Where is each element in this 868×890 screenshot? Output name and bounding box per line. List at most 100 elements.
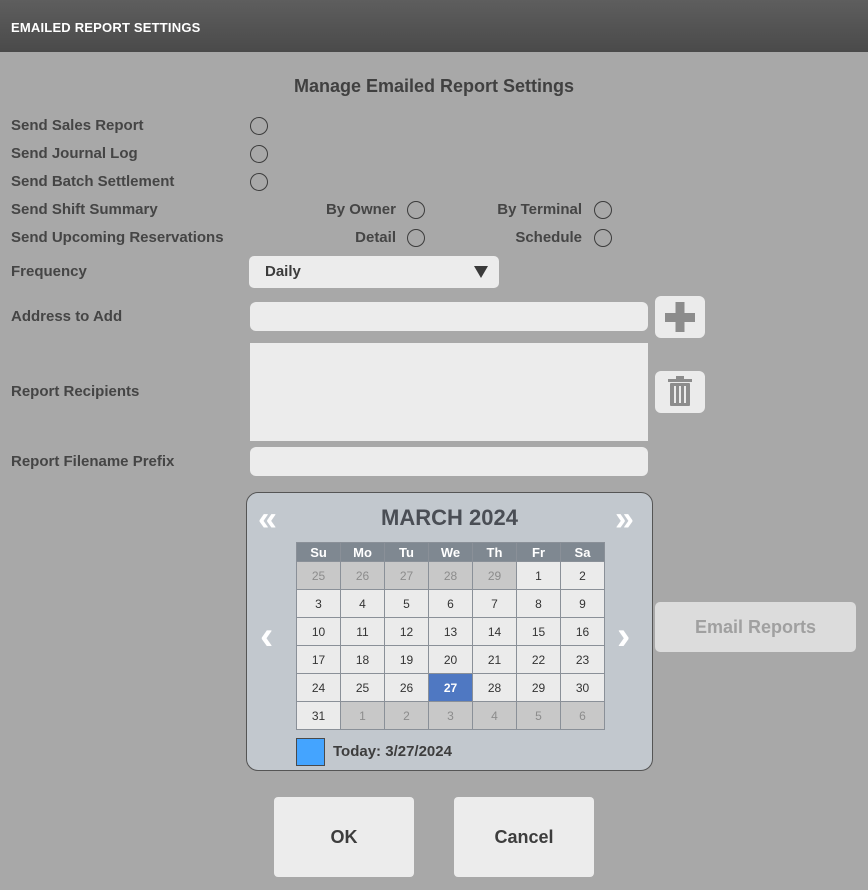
calendar-day[interactable]: 30: [560, 673, 605, 702]
ok-button[interactable]: OK: [274, 797, 414, 877]
calendar-week-row: 10 11 12 13 14 15 16: [296, 617, 605, 646]
delete-recipient-button[interactable]: [655, 371, 705, 413]
prev-year-icon[interactable]: «: [258, 499, 277, 539]
calendar-day[interactable]: 29: [516, 673, 561, 702]
calendar-day[interactable]: 27: [384, 561, 429, 590]
calendar-day[interactable]: 24: [296, 673, 341, 702]
calendar-day[interactable]: 4: [340, 589, 385, 618]
calendar-day[interactable]: 1: [516, 561, 561, 590]
cancel-button[interactable]: Cancel: [454, 797, 594, 877]
calendar-day[interactable]: 29: [472, 561, 517, 590]
calendar-day[interactable]: 27: [428, 673, 473, 702]
calendar-day[interactable]: 10: [296, 617, 341, 646]
send-reservations-label: Send Upcoming Reservations: [11, 229, 224, 246]
calendar-day[interactable]: 5: [516, 701, 561, 730]
next-year-icon[interactable]: »: [615, 499, 634, 539]
dropdown-arrow-icon: [474, 266, 488, 278]
recipients-label: Report Recipients: [11, 383, 140, 400]
weekday-header: Sa: [560, 542, 605, 562]
calendar-day[interactable]: 17: [296, 645, 341, 674]
send-sales-radio[interactable]: [250, 117, 268, 135]
next-month-icon[interactable]: ›: [617, 611, 630, 661]
calendar-day[interactable]: 12: [384, 617, 429, 646]
calendar-day[interactable]: 14: [472, 617, 517, 646]
calendar-day[interactable]: 15: [516, 617, 561, 646]
calendar-day[interactable]: 19: [384, 645, 429, 674]
plus-icon: [665, 302, 695, 332]
calendar: MARCH 2024 « » ‹ › Su Mo Tu We Th Fr Sa 25 26 27…: [246, 492, 653, 771]
calendar-grid: Su Mo Tu We Th Fr Sa 25 26 27 28 29 1 2 3 4 5 6 7 8 9 10 11 12…: [296, 542, 605, 730]
calendar-week-row: 17 18 19 20 21 22 23: [296, 645, 605, 674]
calendar-week-row: 24 25 26 27 28 29 30: [296, 673, 605, 702]
calendar-day[interactable]: 28: [428, 561, 473, 590]
calendar-day[interactable]: 1: [340, 701, 385, 730]
weekday-header: Tu: [384, 542, 429, 562]
today-label: Today: 3/27/2024: [333, 743, 452, 760]
calendar-day[interactable]: 25: [296, 561, 341, 590]
calendar-day[interactable]: 16: [560, 617, 605, 646]
calendar-day[interactable]: 6: [560, 701, 605, 730]
add-address-button[interactable]: [655, 296, 705, 338]
send-journal-radio[interactable]: [250, 145, 268, 163]
calendar-month-title: MARCH 2024: [381, 505, 518, 530]
email-reports-button[interactable]: Email Reports: [655, 602, 856, 652]
prefix-input[interactable]: [250, 447, 648, 476]
calendar-day[interactable]: 2: [560, 561, 605, 590]
trash-icon: [668, 376, 692, 406]
calendar-day[interactable]: 26: [340, 561, 385, 590]
weekday-header: Su: [296, 542, 341, 562]
calendar-day[interactable]: 20: [428, 645, 473, 674]
calendar-day[interactable]: 3: [296, 589, 341, 618]
send-shift-label: Send Shift Summary: [11, 201, 158, 218]
prev-month-icon[interactable]: ‹: [260, 611, 273, 661]
calendar-day[interactable]: 28: [472, 673, 517, 702]
calendar-day[interactable]: 7: [472, 589, 517, 618]
today-swatch[interactable]: [296, 738, 325, 766]
by-owner-label: By Owner: [325, 201, 396, 218]
calendar-day[interactable]: 21: [472, 645, 517, 674]
calendar-day[interactable]: 4: [472, 701, 517, 730]
dialog: EMAILED REPORT SETTINGS Manage Emailed R…: [0, 0, 868, 890]
send-batch-label: Send Batch Settlement: [11, 173, 175, 190]
by-terminal-radio[interactable]: [594, 201, 612, 219]
calendar-day[interactable]: 9: [560, 589, 605, 618]
calendar-day[interactable]: 18: [340, 645, 385, 674]
title-bar: EMAILED REPORT SETTINGS: [0, 0, 868, 52]
calendar-week-row: 25 26 27 28 29 1 2: [296, 561, 605, 590]
calendar-day[interactable]: 23: [560, 645, 605, 674]
calendar-day[interactable]: 11: [340, 617, 385, 646]
weekday-header: Th: [472, 542, 517, 562]
calendar-week-row: 31 1 2 3 4 5 6: [296, 701, 605, 730]
calendar-day[interactable]: 13: [428, 617, 473, 646]
detail-radio[interactable]: [407, 229, 425, 247]
calendar-day[interactable]: 31: [296, 701, 341, 730]
frequency-select[interactable]: Daily: [249, 256, 499, 288]
window-title: EMAILED REPORT SETTINGS: [11, 20, 201, 35]
recipients-list[interactable]: [250, 343, 648, 441]
by-owner-radio[interactable]: [407, 201, 425, 219]
frequency-value: Daily: [265, 263, 301, 280]
prefix-label: Report Filename Prefix: [11, 453, 175, 470]
calendar-day[interactable]: 2: [384, 701, 429, 730]
calendar-day[interactable]: 22: [516, 645, 561, 674]
calendar-day[interactable]: 5: [384, 589, 429, 618]
weekday-header: Mo: [340, 542, 385, 562]
weekday-header: We: [428, 542, 473, 562]
address-label: Address to Add: [11, 308, 123, 325]
calendar-day[interactable]: 26: [384, 673, 429, 702]
send-sales-label: Send Sales Report: [11, 117, 144, 134]
send-batch-radio[interactable]: [250, 173, 268, 191]
schedule-label: Schedule: [515, 229, 582, 246]
detail-label: Detail: [355, 229, 396, 246]
schedule-radio[interactable]: [594, 229, 612, 247]
calendar-day[interactable]: 25: [340, 673, 385, 702]
weekday-header: Fr: [516, 542, 561, 562]
frequency-label: Frequency: [11, 263, 87, 280]
calendar-day[interactable]: 8: [516, 589, 561, 618]
calendar-day[interactable]: 6: [428, 589, 473, 618]
page-title: Manage Emailed Report Settings: [293, 76, 575, 96]
calendar-week-row: 3456789: [296, 589, 605, 618]
by-terminal-label: By Terminal: [497, 201, 582, 218]
address-input[interactable]: [250, 302, 648, 331]
calendar-day[interactable]: 3: [428, 701, 473, 730]
